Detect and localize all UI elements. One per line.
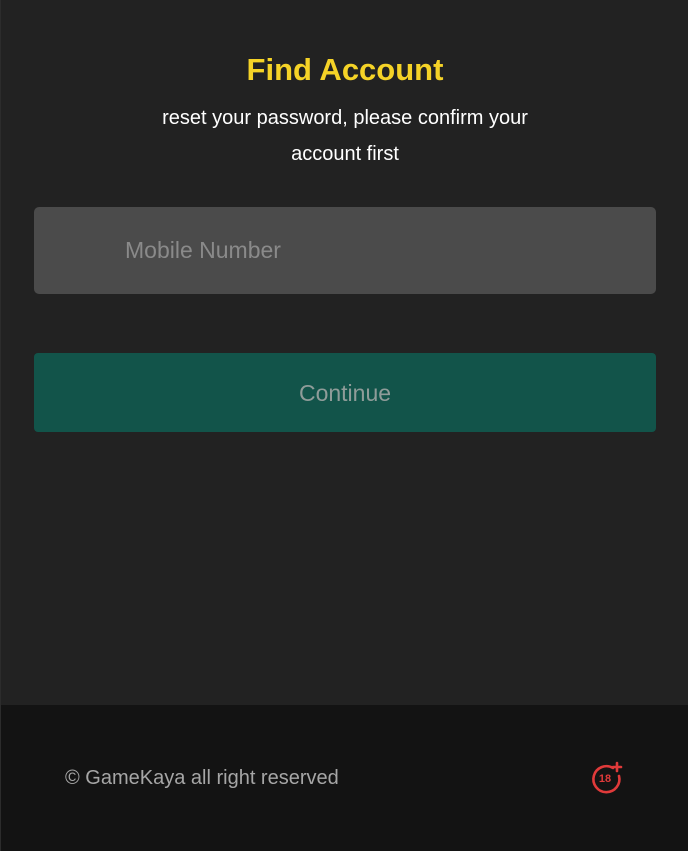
copyright-text: © GameKaya all right reserved <box>65 767 339 789</box>
age-badge-text: 18 <box>599 773 611 785</box>
mobile-number-input[interactable] <box>34 207 656 294</box>
find-account-page: Find Account reset your password, please… <box>0 0 688 851</box>
page-title: Find Account <box>246 52 444 87</box>
age-18-plus-icon: 18 <box>592 761 623 794</box>
continue-button[interactable]: Continue <box>34 353 656 432</box>
mobile-number-field <box>34 207 656 294</box>
footer: © GameKaya all right reserved 18 <box>1 705 688 851</box>
page-subtitle: reset your password, please confirm your… <box>162 107 528 165</box>
